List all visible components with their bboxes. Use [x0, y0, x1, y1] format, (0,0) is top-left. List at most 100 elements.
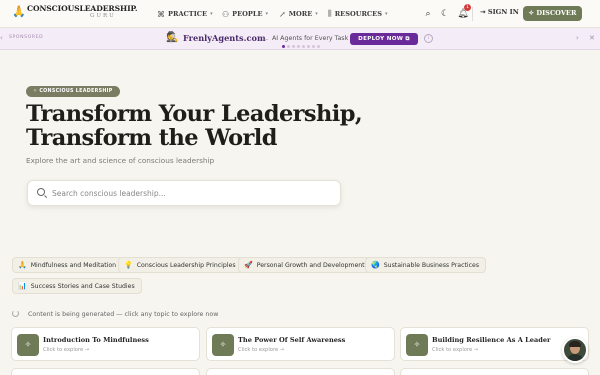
sponsored-banner: ‹ SPONSORED 🕵 FrenlyAgents.com — AI Agen… [0, 28, 600, 50]
search-icon: ⌕ [425, 9, 431, 19]
loading-spinner-icon [12, 310, 19, 317]
topic-label: Conscious Leadership Principles [136, 262, 236, 269]
sparkle-icon: ✧ [17, 334, 39, 356]
nav-resources-label: RESOURCES [334, 10, 382, 18]
sponsor-name[interactable]: FrenlyAgents.com [183, 33, 266, 43]
carousel-dot[interactable] [312, 45, 315, 48]
nav-more-label: MORE [288, 10, 313, 18]
sparkle-icon: ✧ [406, 334, 428, 356]
sign-in-button[interactable]: ⇥ SIGN IN [480, 8, 519, 16]
carousel-dots [282, 45, 320, 48]
site-logo[interactable]: 🙏 CONSCIOUSLEADERSHIP. GURU [12, 4, 138, 20]
topic-chip-success-stories[interactable]: 📊 Success Stories and Case Studies [12, 278, 142, 294]
info-icon[interactable]: i [424, 34, 433, 43]
people-icon: ⚇ [222, 9, 230, 19]
header-divider [472, 7, 473, 21]
notifications-button[interactable]: 🔔︎ 1 [456, 4, 471, 21]
library-icon: ⫼ [328, 9, 332, 18]
generation-status: Content is being generated — click any t… [12, 310, 218, 318]
rocket-icon: 🚀 [244, 261, 253, 269]
topic-chip-principles[interactable]: 💡 Conscious Leadership Principles [118, 257, 243, 273]
card-subtitle: Click to explore → [432, 347, 479, 353]
sponsor-separator: — [262, 35, 269, 43]
discover-label: DISCOVER [536, 9, 577, 17]
moon-icon: ☾ [440, 9, 450, 19]
agent-avatar-icon: 🕵 [166, 32, 179, 43]
notification-badge: 1 [464, 4, 471, 11]
topic-chip-mindfulness[interactable]: 🙏 Mindfulness and Meditation [12, 257, 124, 273]
topic-chip-sustainable[interactable]: 🌏 Sustainable Business Practices [365, 257, 487, 273]
page-title: Transform Your Leadership, Transform the… [26, 101, 363, 151]
generation-status-text: Content is being generated — click any t… [28, 311, 219, 318]
sign-in-label: SIGN IN [487, 8, 519, 16]
search-icon [37, 188, 45, 196]
carousel-dot[interactable] [297, 45, 300, 48]
card-title: Building Resilience As A Leader [432, 336, 551, 344]
sign-in-icon: ⇥ [480, 8, 486, 16]
nav-people[interactable]: ⚇ PEOPLE ▾ [222, 0, 268, 28]
carousel-dot[interactable] [302, 45, 305, 48]
nav-practice-label: PRACTICE [168, 10, 208, 18]
title-line-2: Transform the World [26, 125, 277, 151]
sponsor-tagline: AI Agents for Every Task [272, 35, 349, 42]
search-button[interactable]: ⌕ [421, 7, 435, 21]
close-icon[interactable]: ✕ [589, 34, 595, 42]
chevron-down-icon: ▾ [384, 11, 388, 17]
topic-label: Sustainable Business Practices [383, 262, 480, 269]
search-box [27, 180, 341, 206]
discover-button[interactable]: ✧ DISCOVER [523, 6, 582, 21]
card-title: The Power Of Self Awareness [238, 336, 346, 344]
logo-text: CONSCIOUSLEADERSHIP. [27, 4, 138, 13]
topic-card[interactable] [11, 368, 200, 375]
assistant-avatar[interactable] [562, 337, 588, 363]
title-line-1: Transform Your Leadership, [26, 101, 363, 127]
chevron-down-icon: ▾ [210, 11, 213, 17]
carousel-dot[interactable] [287, 45, 290, 48]
sparkle-icon: ✧ [212, 334, 234, 356]
topic-card[interactable] [400, 368, 589, 375]
deploy-now-button[interactable]: DEPLOY NOW ⧉ [350, 33, 418, 45]
topic-card[interactable] [206, 368, 395, 375]
topic-label: Personal Growth and Development [256, 262, 365, 269]
sparkle-icon: ✧ [528, 9, 535, 17]
carousel-dot[interactable] [282, 45, 285, 48]
nav-practice[interactable]: ⌘ PRACTICE ▾ [157, 0, 213, 28]
external-link-icon: ⧉ [405, 36, 410, 42]
chevron-down-icon: ▾ [265, 11, 269, 17]
bookmark-icon: ⌘ [157, 9, 165, 19]
theme-toggle[interactable]: ☾ [438, 7, 452, 21]
deploy-label: DEPLOY NOW [358, 36, 404, 42]
chevron-left-icon[interactable]: ‹ [0, 34, 3, 42]
topic-label: Success Stories and Case Studies [30, 283, 135, 290]
topic-card[interactable]: ✧ Building Resilience As A Leader Click … [400, 327, 589, 361]
top-header: 🙏 CONSCIOUSLEADERSHIP. GURU ⌘ PRACTICE ▾… [0, 0, 600, 28]
globe-icon: 🌏 [371, 261, 380, 269]
nav-more[interactable]: ↗ MORE ▾ [279, 0, 318, 28]
hero-badge-label: CONSCIOUS LEADERSHIP [39, 89, 113, 94]
trending-icon: ↗ [279, 9, 286, 19]
topic-label: Mindfulness and Meditation [30, 262, 117, 269]
nav-people-label: PEOPLE [232, 10, 263, 18]
hero-badge: ✧ CONSCIOUS LEADERSHIP [26, 86, 120, 97]
topic-chip-growth[interactable]: 🚀 Personal Growth and Development [238, 257, 372, 273]
chevron-right-icon[interactable]: › [576, 34, 579, 42]
chevron-down-icon: ▾ [315, 11, 318, 17]
lightbulb-icon: 💡 [124, 261, 133, 269]
topic-card[interactable]: ✧ Introduction To Mindfulness Click to e… [11, 327, 200, 361]
lotus-icon: 🙏 [12, 5, 26, 18]
carousel-dot[interactable] [317, 45, 320, 48]
page-subtitle: Explore the art and science of conscious… [26, 156, 215, 165]
carousel-dot[interactable] [307, 45, 310, 48]
card-subtitle: Click to explore → [238, 347, 285, 353]
carousel-dot[interactable] [292, 45, 295, 48]
nav-resources[interactable]: ⫼ RESOURCES ▾ [328, 0, 387, 28]
sponsored-label: SPONSORED [9, 35, 44, 40]
logo-subtext: GURU [90, 13, 116, 19]
card-title: Introduction To Mindfulness [43, 336, 149, 344]
topic-card[interactable]: ✧ The Power Of Self Awareness Click to e… [206, 327, 395, 361]
card-subtitle: Click to explore → [43, 347, 90, 353]
sparkle-icon: ✧ [33, 89, 38, 94]
pray-icon: 🙏 [18, 261, 27, 269]
bar-chart-icon: 📊 [18, 282, 27, 290]
search-input[interactable] [52, 181, 332, 205]
